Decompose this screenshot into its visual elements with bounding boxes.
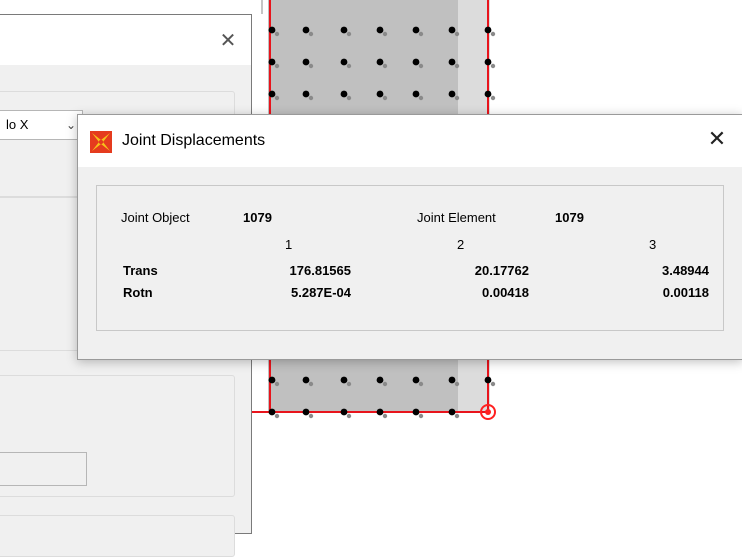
chevron-down-icon: ⌄: [65, 118, 76, 132]
joint-object-label: Joint Object: [121, 210, 190, 225]
joint-node-shadow: [346, 31, 352, 37]
joint-node-shadow: [346, 95, 352, 101]
joint-displacements-dialog: Joint Displacements ✕ Joint Object 1079 …: [77, 114, 742, 360]
displacement-panel: Joint Object 1079 Joint Element 1079 1 2…: [96, 185, 724, 331]
joint-node-shadow: [490, 63, 496, 69]
joint-element-value: 1079: [555, 210, 584, 225]
joint-node[interactable]: [448, 58, 456, 66]
joint-node-shadow: [382, 95, 388, 101]
background-close-icon[interactable]: ✕: [219, 30, 237, 50]
background-text-field[interactable]: [0, 452, 87, 486]
joint-node[interactable]: [268, 376, 276, 384]
joint-node[interactable]: [340, 376, 348, 384]
background-combo-box[interactable]: lo X ⌄: [0, 110, 83, 140]
trans-value-2: 20.17762: [474, 263, 529, 278]
joint-node-shadow: [346, 381, 352, 387]
joint-node-shadow: [346, 413, 352, 419]
joint-node-shadow: [454, 381, 460, 387]
rotn-value-2: 0.00418: [482, 285, 529, 300]
joint-node-shadow: [308, 381, 314, 387]
joint-node-shadow: [274, 31, 280, 37]
joint-node[interactable]: [268, 58, 276, 66]
joint-node-shadow: [418, 413, 424, 419]
dialog-titlebar[interactable]: Joint Displacements ✕: [78, 115, 742, 167]
joint-node-shadow: [308, 413, 314, 419]
joint-node[interactable]: [302, 408, 310, 416]
joint-node-shadow: [346, 63, 352, 69]
joint-object-value: 1079: [243, 210, 272, 225]
joint-node[interactable]: [302, 90, 310, 98]
joint-node-shadow: [454, 31, 460, 37]
column-header-3: 3: [649, 237, 657, 252]
joint-node[interactable]: [268, 408, 276, 416]
joint-node-shadow: [308, 95, 314, 101]
joint-node-shadow: [382, 31, 388, 37]
joint-node[interactable]: [484, 90, 492, 98]
joint-node[interactable]: [268, 26, 276, 34]
background-combo-value: lo X: [6, 117, 29, 132]
rotn-value-3: 0.00118: [662, 285, 709, 300]
row-label-trans: Trans: [123, 263, 158, 278]
selected-joint-dot: [485, 409, 491, 415]
joint-node[interactable]: [302, 58, 310, 66]
trans-value-1: 176.81565: [289, 263, 351, 278]
joint-node-shadow: [418, 31, 424, 37]
column-header-1: 1: [285, 237, 293, 252]
joint-node-shadow: [382, 63, 388, 69]
joint-node-shadow: [454, 95, 460, 101]
area-element-bottom-edge: [458, 355, 490, 411]
joint-node-shadow: [490, 381, 496, 387]
joint-node[interactable]: [448, 376, 456, 384]
joint-node-shadow: [418, 95, 424, 101]
joint-node[interactable]: [484, 26, 492, 34]
joint-node[interactable]: [448, 90, 456, 98]
joint-node-shadow: [490, 31, 496, 37]
joint-node[interactable]: [302, 376, 310, 384]
rotn-value-1: 5.287E-04: [291, 285, 351, 300]
row-label-rotn: Rotn: [123, 285, 153, 300]
joint-node[interactable]: [412, 58, 420, 66]
joint-node-shadow: [382, 413, 388, 419]
area-element-top-edge: [458, 0, 490, 118]
joint-node[interactable]: [268, 90, 276, 98]
joint-element-label: Joint Element: [417, 210, 496, 225]
background-window-titlebar: ✕: [0, 15, 251, 65]
joint-node-shadow: [274, 63, 280, 69]
close-icon[interactable]: ✕: [706, 129, 728, 151]
joint-node[interactable]: [376, 376, 384, 384]
joint-node-shadow: [308, 31, 314, 37]
column-header-2: 2: [457, 237, 465, 252]
joint-node-shadow: [418, 381, 424, 387]
joint-node[interactable]: [376, 58, 384, 66]
joint-node-shadow: [308, 63, 314, 69]
trans-value-3: 3.48944: [662, 263, 709, 278]
joint-node[interactable]: [484, 376, 492, 384]
joint-node-shadow: [274, 381, 280, 387]
joint-node[interactable]: [340, 90, 348, 98]
joint-node-shadow: [382, 381, 388, 387]
joint-node[interactable]: [340, 408, 348, 416]
joint-node[interactable]: [448, 26, 456, 34]
joint-node[interactable]: [302, 26, 310, 34]
joint-node[interactable]: [484, 58, 492, 66]
joint-node-shadow: [454, 413, 460, 419]
joint-node[interactable]: [376, 408, 384, 416]
joint-node[interactable]: [412, 376, 420, 384]
joint-node[interactable]: [412, 408, 420, 416]
joint-node[interactable]: [340, 58, 348, 66]
joint-node[interactable]: [376, 90, 384, 98]
joint-node[interactable]: [412, 26, 420, 34]
joint-node-shadow: [490, 95, 496, 101]
joint-node[interactable]: [412, 90, 420, 98]
joint-node-shadow: [274, 95, 280, 101]
joint-node-shadow: [274, 413, 280, 419]
joint-node[interactable]: [340, 26, 348, 34]
joint-node-shadow: [418, 63, 424, 69]
dialog-title: Joint Displacements: [122, 132, 266, 149]
background-groupbox-bottom: [0, 515, 235, 557]
joint-node[interactable]: [448, 408, 456, 416]
joint-node[interactable]: [376, 26, 384, 34]
sap2000-logo-icon: [90, 131, 112, 153]
joint-node-shadow: [454, 63, 460, 69]
